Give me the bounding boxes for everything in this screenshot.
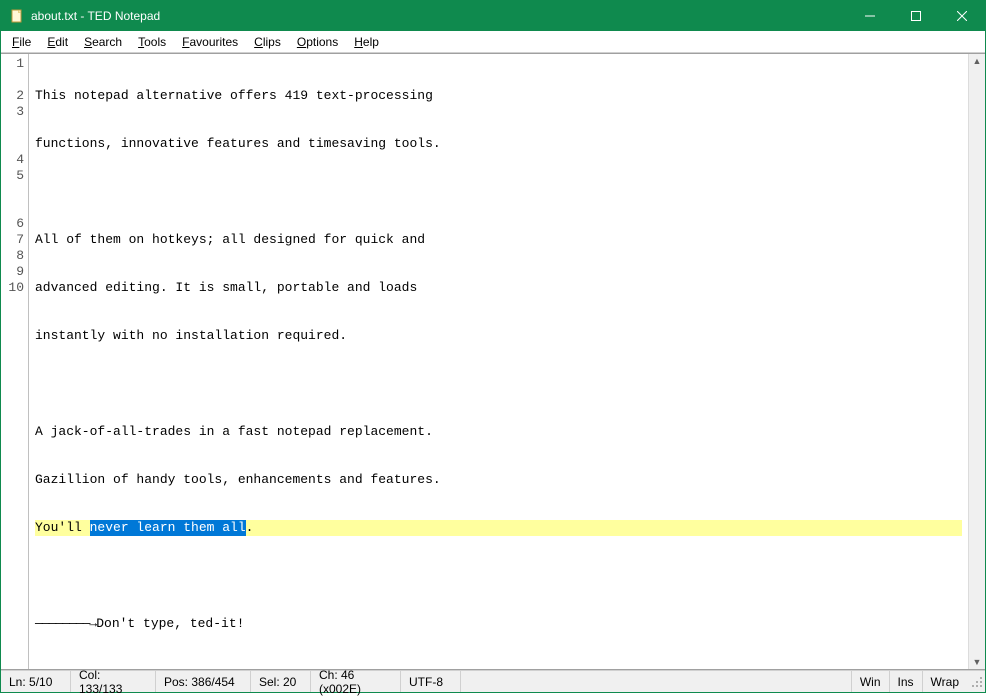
gutter-line: 2 — [1, 88, 24, 104]
gutter-line: 6 — [1, 216, 24, 232]
gutter-line: 10 — [1, 280, 24, 296]
status-eol: Win — [851, 671, 889, 692]
scroll-down-icon[interactable]: ▼ — [973, 657, 982, 667]
text-after-selection: . — [246, 520, 254, 536]
window-controls — [847, 1, 985, 31]
status-encoding: UTF-8 — [401, 671, 461, 692]
menu-options[interactable]: Options — [289, 33, 346, 51]
text-selection: never learn them all — [90, 520, 246, 536]
menu-file[interactable]: File — [4, 33, 39, 51]
window-title: about.txt - TED Notepad — [31, 9, 847, 23]
status-position: Pos: 386/454 — [156, 671, 251, 692]
status-char: Ch: 46 (x002E) — [311, 671, 401, 692]
text-before-selection: You'll — [35, 520, 90, 536]
status-selection: Sel: 20 — [251, 671, 311, 692]
text-line: functions, innovative features and times… — [35, 136, 962, 152]
tab-arrow-icon: ————————→ — [35, 616, 96, 631]
text-line: A jack-of-all-trades in a fast notepad r… — [35, 424, 962, 440]
line-gutter: 1 2 3 4 5 6 7 8 9 10 — [1, 54, 29, 669]
status-column: Col: 133/133 — [71, 671, 156, 692]
minimize-button[interactable] — [847, 1, 893, 31]
text-line: advanced editing. It is small, portable … — [35, 280, 962, 296]
gutter-line: 4 — [1, 152, 24, 168]
menu-edit[interactable]: Edit — [39, 33, 76, 51]
gutter-line: 9 — [1, 264, 24, 280]
menu-tools[interactable]: Tools — [130, 33, 174, 51]
gutter-line: 5 — [1, 168, 24, 216]
text-line: ————————→Don't type, ted-it! — [35, 616, 962, 632]
menu-help[interactable]: Help — [346, 33, 387, 51]
gutter-line: 1 — [1, 56, 24, 88]
editor: 1 2 3 4 5 6 7 8 9 10 This notepad altern… — [1, 53, 985, 670]
text-line: instantly with no installation required. — [35, 328, 962, 344]
resize-grip-icon — [971, 676, 983, 688]
text-line — [35, 664, 962, 669]
resize-grip[interactable] — [967, 674, 985, 690]
maximize-icon — [911, 11, 921, 21]
titlebar[interactable]: about.txt - TED Notepad — [1, 1, 985, 31]
menu-clips[interactable]: Clips — [246, 33, 289, 51]
scroll-up-icon[interactable]: ▲ — [973, 56, 982, 66]
status-insert-mode: Ins — [889, 671, 922, 692]
status-wrap: Wrap — [922, 671, 967, 692]
app-window: about.txt - TED Notepad File Edit Search… — [0, 0, 986, 693]
gutter-line: 8 — [1, 248, 24, 264]
minimize-icon — [865, 11, 875, 21]
menu-search[interactable]: Search — [76, 33, 130, 51]
text-line: This notepad alternative offers 419 text… — [35, 88, 962, 104]
close-icon — [957, 11, 967, 21]
text-line — [35, 568, 962, 584]
text-line: All of them on hotkeys; all designed for… — [35, 232, 962, 248]
app-icon — [9, 8, 25, 24]
gutter-line: 7 — [1, 232, 24, 248]
gutter-line: 3 — [1, 104, 24, 152]
menubar: File Edit Search Tools Favourites Clips … — [1, 31, 985, 53]
text-line — [35, 184, 962, 200]
text-line — [35, 376, 962, 392]
statusbar: Ln: 5/10 Col: 133/133 Pos: 386/454 Sel: … — [1, 670, 985, 692]
status-line: Ln: 5/10 — [1, 671, 71, 692]
text-line: Gazillion of handy tools, enhancements a… — [35, 472, 962, 488]
close-button[interactable] — [939, 1, 985, 31]
maximize-button[interactable] — [893, 1, 939, 31]
menu-favourites[interactable]: Favourites — [174, 33, 246, 51]
current-line-highlight: You'll never learn them all. — [35, 520, 962, 536]
vertical-scrollbar[interactable]: ▲ ▼ — [968, 54, 985, 669]
text-area[interactable]: This notepad alternative offers 419 text… — [29, 54, 968, 669]
